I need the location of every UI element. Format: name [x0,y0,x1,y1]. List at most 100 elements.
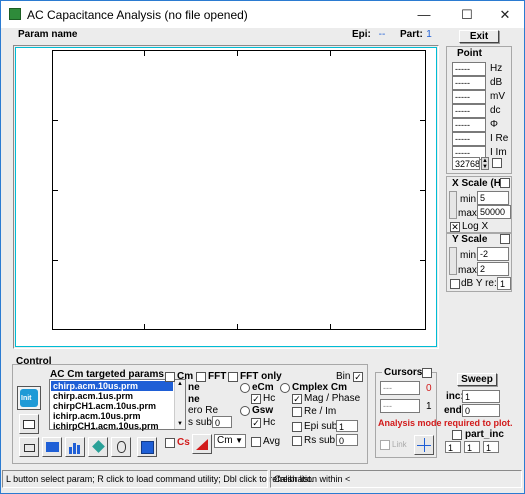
cmplex-cm-radio[interactable] [280,383,290,393]
cs-checkbox[interactable] [165,438,175,448]
re-im-label: Re / Im [304,406,337,417]
param-list-scrollbar[interactable]: ▲ ▼ [174,380,185,429]
log-x-label: Log X [462,221,489,232]
epi-sub-field[interactable]: 1 [336,420,358,432]
y-scale-checkbox[interactable] [500,234,510,244]
db-y-checkbox[interactable] [450,279,460,289]
point-dc-unit: dc [490,105,501,116]
point-checkbox[interactable] [492,158,502,168]
fft-checkbox[interactable] [196,372,206,382]
init-label: Init [21,395,32,402]
x-scale-slider[interactable] [449,191,457,219]
part-inc-label: part_inc [465,429,504,440]
cursor1-field[interactable]: --- [380,381,420,395]
point-title: Point [457,48,482,59]
cm-select[interactable]: Cm ▼ [214,434,246,448]
y-tick-right [420,260,426,261]
point-counter-spinner[interactable]: ▲ ▼ [481,157,489,170]
param-list-item[interactable]: ichirpCH1.acm.10us.prm [51,421,173,431]
epi-label: Epi: [352,29,371,40]
cm-label: Cm [177,371,194,382]
mag-phase-checkbox[interactable]: ✓ [292,394,302,404]
init-button[interactable]: Init [17,386,41,410]
y-scale-slider[interactable] [449,247,457,275]
x-tick-bottom [144,324,145,330]
y-scale-title: Y Scale [452,234,488,245]
sweep-field-3[interactable]: 1 [483,441,499,453]
inc-field[interactable]: 1 [462,390,500,403]
rs-sub-label: Rs sub: [304,435,338,446]
point-db-unit: dB [490,77,503,88]
param-list-item[interactable]: ichirp.acm.10us.prm [51,411,173,421]
cursor2-field[interactable]: --- [380,399,420,413]
s-sub-label: s sub: [188,417,215,428]
link-checkbox[interactable] [380,440,390,450]
gsw-label: Gsw [252,405,274,416]
sweep-field-1[interactable]: 1 [445,441,461,453]
point-ire-field[interactable]: ----- [452,132,486,146]
part-value: 1 [426,29,432,40]
sweep-field-2[interactable]: 1 [464,441,480,453]
x-min-field[interactable]: 5 [477,191,509,205]
epi-sub-label: Epi sub: [304,421,341,432]
bug-icon[interactable] [111,437,131,457]
rs-sub-field[interactable]: 0 [336,434,358,446]
plot-axes [52,50,426,330]
point-hz-field[interactable]: ----- [452,62,486,76]
s-sub-field[interactable]: 0 [212,416,232,428]
y-tick-left [52,190,58,191]
epi-value: -- [378,29,386,40]
gsw-radio[interactable] [240,406,250,416]
open-folder-icon[interactable] [19,414,39,434]
chevron-down-icon: ▼ [235,436,243,445]
param-list-item[interactable]: chirpCH1.acm.10us.prm [51,401,173,411]
db-y-field[interactable]: 1 [497,277,511,290]
save-icon[interactable] [137,437,157,457]
point-mv-field[interactable]: ----- [452,90,486,104]
point-mv-unit: mV [490,91,505,102]
re-im-checkbox[interactable] [292,407,302,417]
hc2-checkbox[interactable]: ✓ [251,418,261,428]
x-tick-top [237,50,238,56]
sweep-button[interactable]: Sweep [457,373,497,386]
log-x-checkbox[interactable]: ✕ [450,222,460,232]
param-list-item[interactable]: chirp.acm.10us.prm [51,381,173,391]
diamond-icon[interactable] [88,437,108,457]
y-tick-right [420,190,426,191]
avg-checkbox[interactable] [251,437,261,447]
x-max-field[interactable]: 50000 [477,205,511,219]
cm-checkbox[interactable] [165,372,175,382]
fft-label: FFT [208,371,227,382]
bin-label: Bin [336,371,351,382]
fft-only-checkbox[interactable] [228,372,238,382]
point-counter-field[interactable]: 32768 [452,157,480,170]
crosshair-icon[interactable] [414,435,434,455]
point-ire-unit: I Re [490,133,509,144]
minimize-button[interactable]: — [404,2,444,28]
histogram-icon[interactable] [65,437,85,457]
offset-icon[interactable] [42,437,62,457]
y-min-field[interactable]: -2 [477,247,509,261]
hc-checkbox[interactable]: ✓ [251,394,261,404]
x-scale-checkbox[interactable] [500,178,510,188]
point-dc-field[interactable]: ----- [452,104,486,118]
fft-only-label: FFT only [240,371,282,382]
close-button[interactable]: ✕ [485,2,525,28]
param-list-item[interactable]: chirp.acm.1us.prm [51,391,173,401]
part-inc-checkbox[interactable] [452,430,462,440]
param-name-label: Param name [18,29,78,40]
end-field[interactable]: 0 [462,404,500,417]
ecm-label: eCm [252,382,274,393]
ecm-radio[interactable] [240,383,250,393]
cursors-checkbox[interactable] [422,368,432,378]
point-db-field[interactable]: ----- [452,76,486,90]
bin-checkbox[interactable]: ✓ [353,372,363,382]
calibrate-icon[interactable] [192,434,212,454]
exit-button[interactable]: Exit [459,30,499,43]
maximize-button[interactable]: ☐ [447,2,487,28]
epi-sub-checkbox[interactable] [292,422,302,432]
point-phase-field[interactable]: ----- [452,118,486,132]
rs-sub-checkbox[interactable] [292,436,302,446]
export-icon[interactable] [19,437,39,457]
y-max-field[interactable]: 2 [477,262,509,276]
